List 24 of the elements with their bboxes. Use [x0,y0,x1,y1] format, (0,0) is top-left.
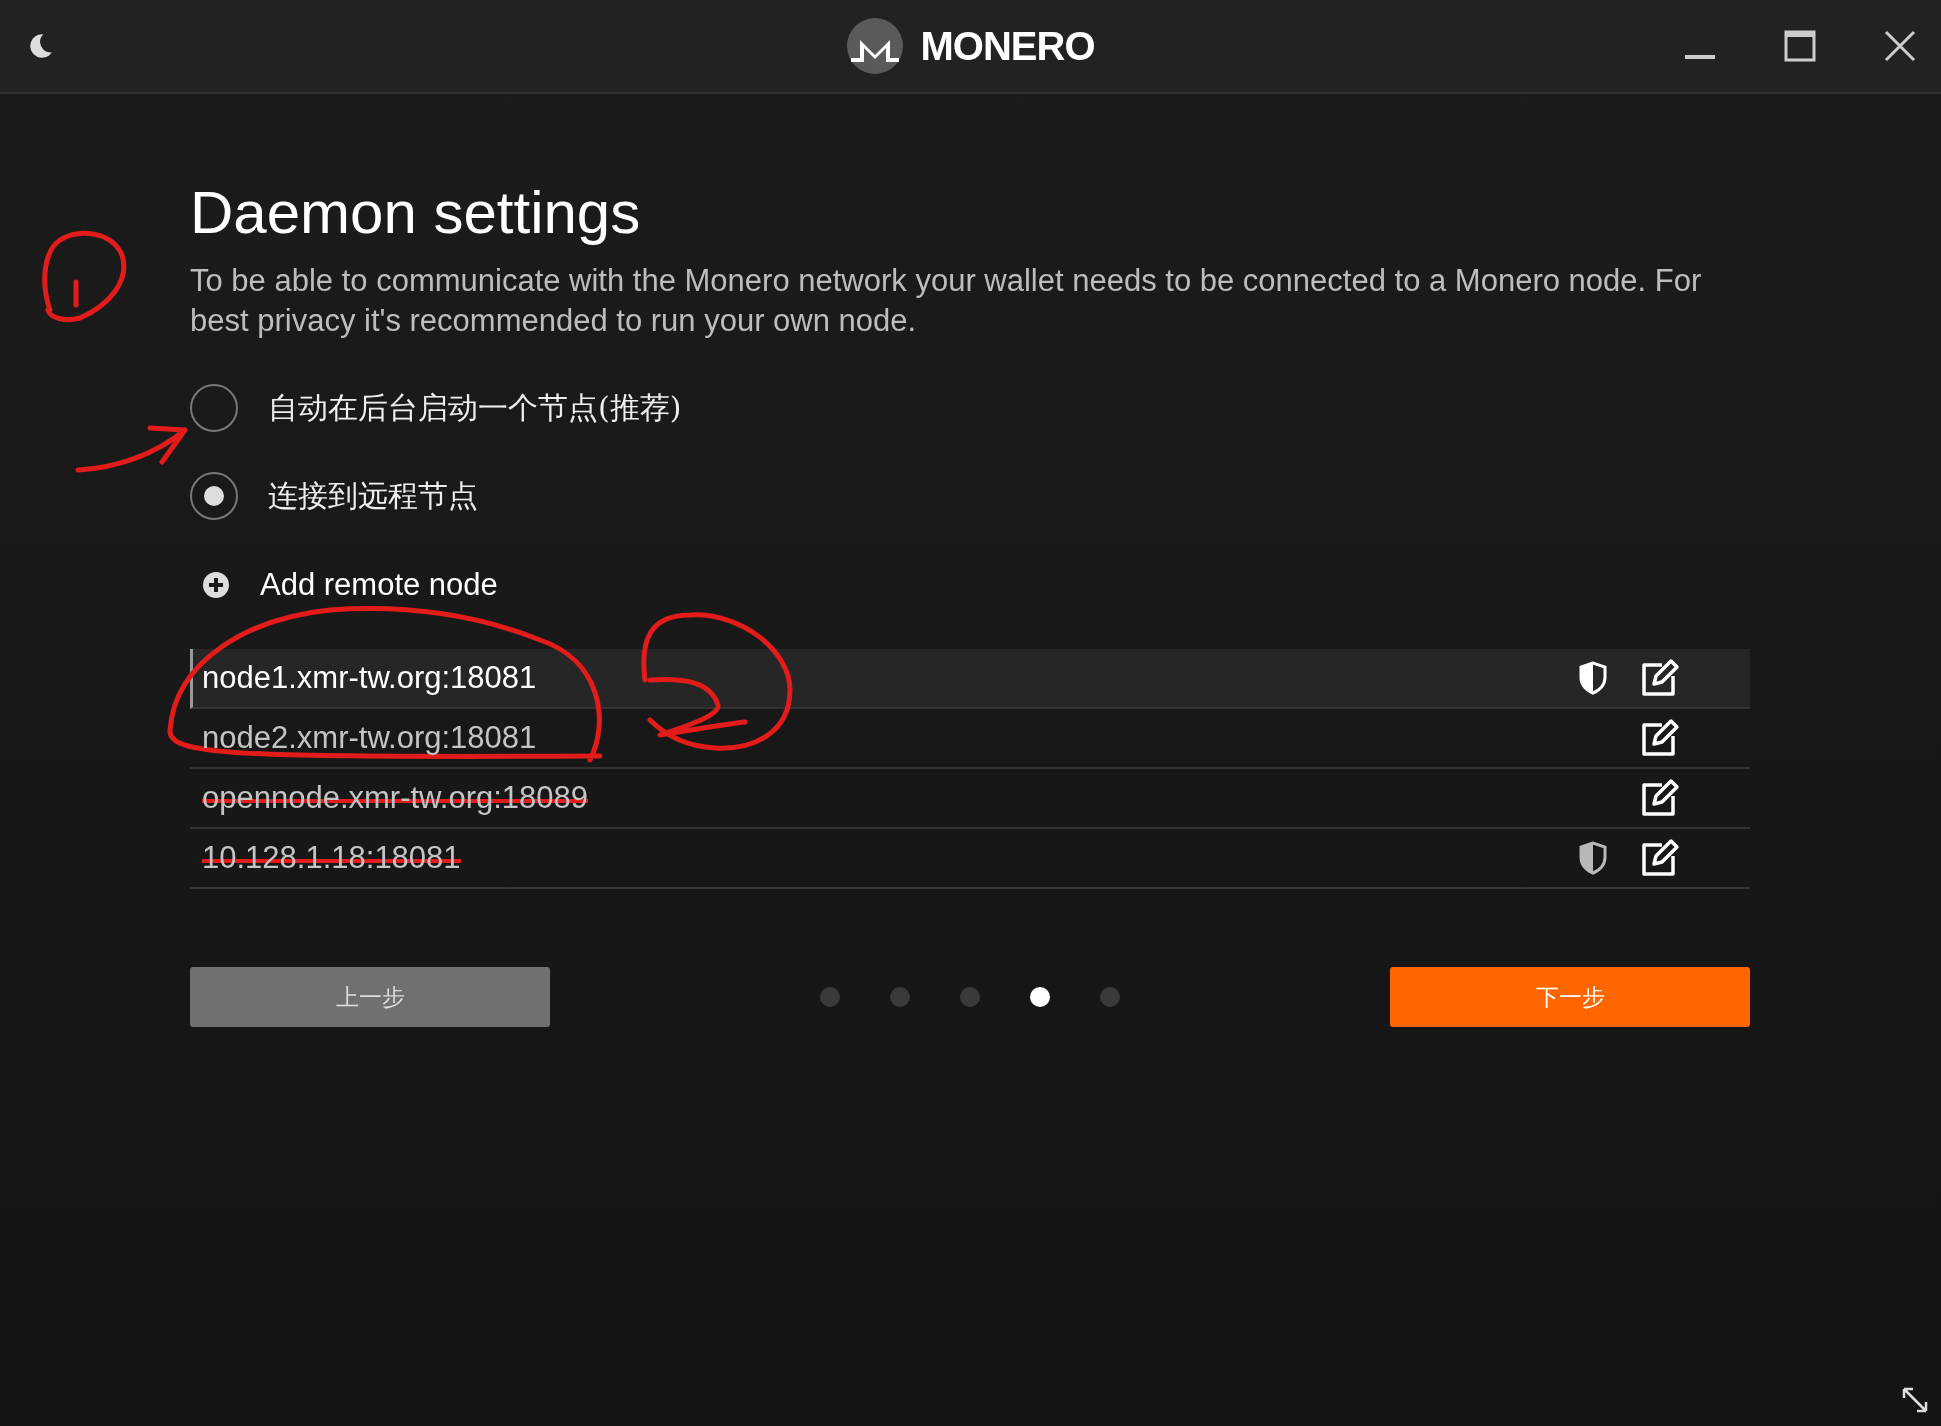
node-row[interactable]: node1.xmr-tw.org:18081 [190,649,1750,709]
maximize-icon[interactable] [1783,29,1817,63]
resize-icon[interactable] [1901,1386,1929,1414]
edit-icon[interactable] [1640,718,1680,758]
add-remote-node-link[interactable]: Add remote node [260,567,498,603]
shield-icon [1578,661,1608,695]
window-title: MONERO [920,23,1095,69]
logo-icon [846,18,903,74]
edit-icon[interactable] [1640,838,1680,878]
option-label: 连接到远程节点 [268,476,478,515]
shield-icon [1578,841,1608,875]
node-address: node2.xmr-tw.org:18081 [202,720,537,756]
back-button[interactable]: 上一步 [190,967,550,1027]
plus-icon[interactable] [202,571,230,599]
radio-button[interactable] [190,472,238,520]
close-icon[interactable] [1883,29,1917,63]
node-address: node1.xmr-tw.org:18081 [202,660,537,696]
option-label: 自动在后台启动一个节点(推荐) [268,388,682,427]
node-row[interactable]: node2.xmr-tw.org:18081 [190,709,1750,769]
radio-button[interactable] [190,384,238,432]
description-text: To be able to communicate with the Monero network your wallet needs to be connected to a Monero node. For best privacy it's recommended to run your own node. [190,262,1703,340]
edit-icon[interactable] [1640,778,1680,818]
page-title: Daemon settings [190,178,642,247]
edit-icon[interactable] [1640,658,1680,698]
